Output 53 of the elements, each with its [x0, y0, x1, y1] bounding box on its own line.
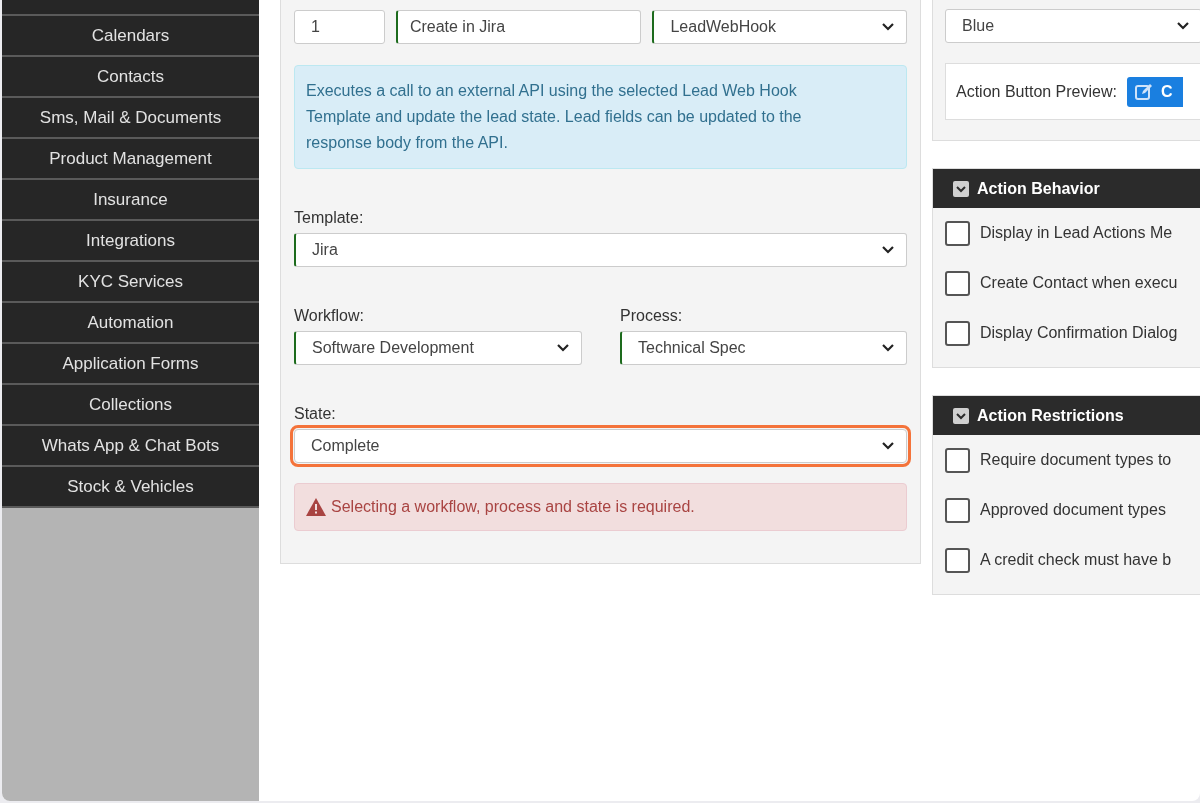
panel-title: Action Restrictions	[977, 405, 1124, 426]
caret-icon	[882, 344, 894, 352]
sidebar-item[interactable]: Whats App & Chat Bots	[2, 426, 259, 467]
collapse-icon	[953, 180, 969, 197]
field-label: State:	[294, 404, 337, 424]
info-message: Executes a call to an external API using the selected Lead Web Hook Template and update the lead state. Lead fields can be updated to the response body from the API.	[294, 65, 907, 169]
option-label: Display Confirmation Dialog	[980, 323, 1178, 343]
option-label: Create Contact when execu	[980, 273, 1178, 293]
panel-header[interactable]: Action Behavior	[933, 169, 1200, 208]
order-field[interactable]: 1	[294, 10, 385, 44]
sidebar-item[interactable]: Insurance	[2, 180, 259, 221]
action-text-field[interactable]: Create in Jira	[395, 10, 642, 44]
select-field[interactable]: Jira	[294, 233, 907, 267]
caret-icon	[882, 23, 894, 31]
caret-icon	[882, 442, 894, 450]
sidebar-item[interactable]: Integrations	[2, 221, 259, 262]
field-label: Template:	[294, 208, 365, 228]
checkbox[interactable]	[945, 320, 970, 346]
checkbox[interactable]	[945, 220, 970, 246]
select-field[interactable]: Software Development	[294, 331, 582, 365]
option-label: Require document types to	[980, 450, 1172, 470]
edit-icon	[1134, 82, 1153, 101]
panel-title: Action Behavior	[977, 178, 1100, 199]
checkbox[interactable]	[945, 547, 970, 573]
warning-icon	[306, 498, 326, 516]
select-field[interactable]: LeadWebHook	[652, 10, 907, 44]
option-label: Display in Lead Actions Me	[980, 223, 1173, 243]
sidebar-item[interactable]: Collections	[2, 385, 259, 426]
sidebar-item[interactable]: Product Management	[2, 139, 259, 180]
caret-icon	[557, 344, 569, 352]
select-field[interactable]: Technical Spec	[620, 331, 907, 365]
caret-icon	[1177, 22, 1189, 30]
field-label: Workflow:	[294, 306, 365, 326]
select-field[interactable]: Blue	[945, 9, 1200, 43]
sidebar-item[interactable]: Sms, Mail & Documents	[2, 98, 259, 139]
field-label: Process:	[620, 306, 684, 326]
sidebar-item[interactable]: Application Forms	[2, 344, 259, 385]
sidebar-item[interactable]: Stock & Vehicles	[2, 467, 259, 508]
sidebar-item[interactable]: Contacts	[2, 57, 259, 98]
caret-icon	[882, 246, 894, 254]
sidebar-item[interactable]: Automation	[2, 303, 259, 344]
preview-label: Action Button Preview:	[956, 81, 1117, 102]
panel-header[interactable]: Action Restrictions	[933, 396, 1200, 435]
collapse-icon	[953, 407, 969, 424]
option-label: A credit check must have b	[980, 550, 1172, 570]
error-text: Selecting a workflow, process and state is required.	[331, 497, 695, 517]
sidebar-item[interactable]: KYC Services	[2, 262, 259, 303]
checkbox[interactable]	[945, 447, 970, 473]
checkbox[interactable]	[945, 270, 970, 296]
sidebar-item[interactable]: Calendars	[2, 16, 259, 57]
checkbox[interactable]	[945, 497, 970, 523]
option-label: Approved document types	[980, 500, 1166, 520]
preview-button[interactable]: C	[1126, 76, 1183, 107]
